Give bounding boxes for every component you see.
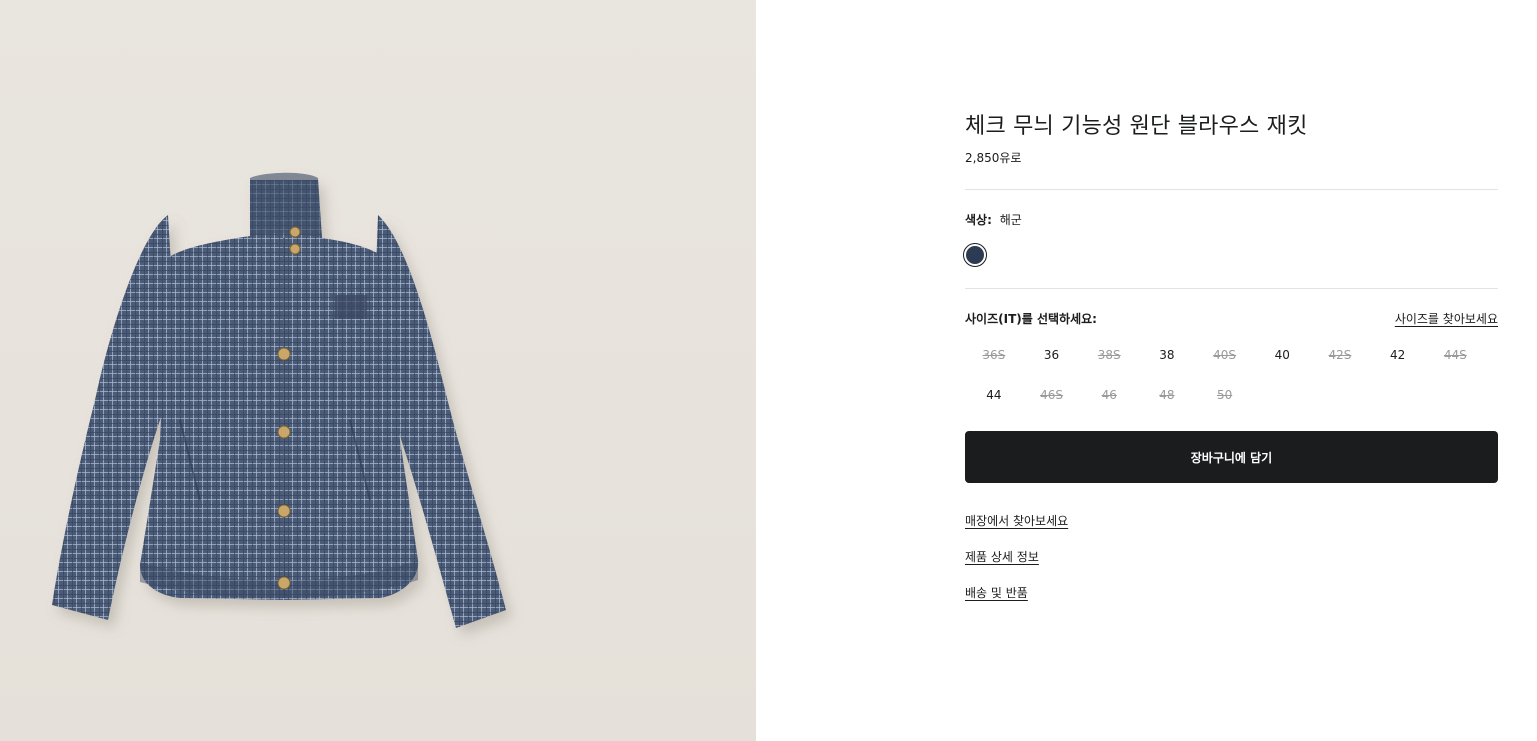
- divider: [965, 288, 1498, 289]
- size-option[interactable]: 46S: [1023, 380, 1081, 420]
- color-label: 색상:: [965, 213, 992, 227]
- size-option[interactable]: 46: [1080, 380, 1138, 420]
- jacket-shape: [52, 172, 506, 628]
- product-price: 2,850유로: [965, 151, 1022, 165]
- size-option[interactable]: 38S: [1080, 340, 1138, 380]
- size-guide-link[interactable]: 사이즈를 찾아보세요: [1395, 311, 1498, 327]
- color-row: 색상: 해군: [965, 212, 1022, 228]
- size-header: 사이즈(IT)를 선택하세요: 사이즈를 찾아보세요: [965, 311, 1498, 329]
- size-label: 사이즈(IT)를 선택하세요:: [965, 312, 1097, 326]
- find-in-store-link[interactable]: 매장에서 찾아보세요: [965, 513, 1068, 549]
- size-option[interactable]: 50: [1196, 380, 1254, 420]
- size-option[interactable]: 42S: [1311, 340, 1369, 380]
- size-option[interactable]: 40: [1253, 340, 1311, 380]
- size-option[interactable]: 42: [1369, 340, 1427, 380]
- divider: [965, 189, 1498, 190]
- size-option[interactable]: 44: [965, 380, 1023, 420]
- size-option[interactable]: 48: [1138, 380, 1196, 420]
- product-details-link[interactable]: 제품 상세 정보: [965, 549, 1039, 585]
- size-option[interactable]: 36: [1023, 340, 1081, 380]
- color-swatch-navy[interactable]: [963, 243, 987, 267]
- product-details: 체크 무늬 기능성 원단 블라우스 재킷 2,850유로 색상: 해군 사이즈(…: [963, 0, 1498, 741]
- shipping-returns-link[interactable]: 배송 및 반품: [965, 585, 1028, 621]
- size-option[interactable]: 36S: [965, 340, 1023, 380]
- jacket-image: [52, 172, 506, 628]
- size-option[interactable]: 40S: [1196, 340, 1254, 380]
- product-image-panel: [0, 0, 756, 741]
- add-to-cart-button[interactable]: 장바구니에 담기: [965, 431, 1498, 483]
- swatch-dot: [966, 246, 984, 264]
- size-option[interactable]: 38: [1138, 340, 1196, 380]
- size-options: 36S 36 38S 38 40S 40 42S 42 44S 44 46S 4…: [965, 340, 1498, 420]
- size-option[interactable]: 44S: [1427, 340, 1485, 380]
- product-title: 체크 무늬 기능성 원단 블라우스 재킷: [965, 114, 1308, 139]
- info-links: 매장에서 찾아보세요 제품 상세 정보 배송 및 반품: [965, 510, 1068, 618]
- color-value: 해군: [999, 213, 1022, 227]
